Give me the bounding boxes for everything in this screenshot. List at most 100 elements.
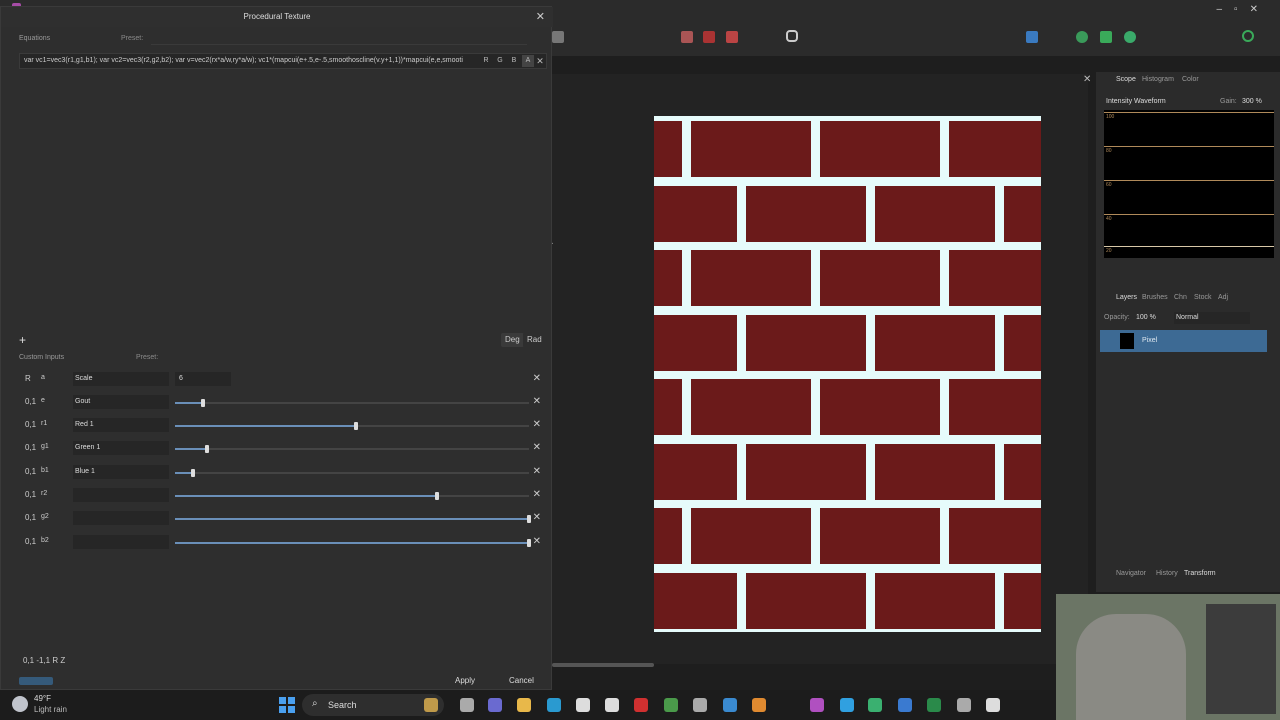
input-name-field[interactable] bbox=[73, 488, 169, 502]
input-slider[interactable] bbox=[175, 422, 529, 430]
input-type-label[interactable]: R bbox=[25, 374, 31, 383]
affinity-publisher-icon[interactable] bbox=[868, 698, 882, 712]
input-type-label[interactable]: 0,1 bbox=[25, 397, 36, 406]
tab-navigator[interactable]: Navigator bbox=[1116, 570, 1146, 577]
preset-select[interactable] bbox=[151, 33, 527, 45]
blend-mode-select[interactable]: Normal bbox=[1174, 312, 1250, 324]
equations-area[interactable] bbox=[19, 71, 547, 327]
input-slider[interactable] bbox=[175, 399, 529, 407]
affinity-photo-icon[interactable] bbox=[810, 698, 824, 712]
delete-input-icon[interactable]: ✕ bbox=[533, 512, 541, 523]
input-slider[interactable] bbox=[175, 492, 529, 500]
delete-input-icon[interactable]: ✕ bbox=[533, 419, 541, 430]
slider-handle[interactable] bbox=[353, 422, 358, 430]
window-controls[interactable]: –▫✕ bbox=[1217, 4, 1271, 15]
tab-scope[interactable]: Scope bbox=[1116, 76, 1136, 83]
channel-b-button[interactable]: B bbox=[508, 55, 520, 67]
tab-stock[interactable]: Stock bbox=[1194, 294, 1212, 301]
affinity-designer-icon[interactable] bbox=[840, 698, 854, 712]
toolbar-mask-icon[interactable] bbox=[703, 31, 715, 43]
equation-delete-icon[interactable]: ✕ bbox=[534, 55, 546, 67]
tab-adjustments[interactable]: Adj bbox=[1218, 294, 1228, 301]
input-slider[interactable] bbox=[175, 539, 531, 547]
teams-icon[interactable] bbox=[488, 698, 502, 712]
toolbar-persona-icon[interactable] bbox=[1076, 31, 1088, 43]
opera-icon[interactable] bbox=[634, 698, 648, 712]
opacity-value[interactable]: 100 % bbox=[1136, 314, 1156, 321]
input-name-field[interactable]: Red 1 bbox=[73, 418, 169, 432]
horizontal-scrollbar[interactable] bbox=[552, 663, 654, 667]
slider-handle[interactable] bbox=[190, 469, 195, 477]
input-type-label[interactable]: 0,1 bbox=[25, 420, 36, 429]
tab-channels[interactable]: Chn bbox=[1174, 294, 1187, 301]
scale-number-input[interactable]: 6 bbox=[175, 372, 231, 386]
slider-handle[interactable] bbox=[201, 399, 206, 407]
obs-icon[interactable] bbox=[986, 698, 1000, 712]
excel-icon[interactable] bbox=[927, 698, 941, 712]
tab-brushes[interactable]: Brushes bbox=[1142, 294, 1168, 301]
input-name-field[interactable]: Green 1 bbox=[73, 441, 169, 455]
input-slider[interactable] bbox=[175, 445, 529, 453]
channel-a-button[interactable]: A bbox=[522, 55, 534, 67]
weather-condition[interactable]: Light rain bbox=[34, 705, 67, 714]
input-type-label[interactable]: 0,1 bbox=[25, 513, 36, 522]
input-name-field[interactable]: Scale bbox=[73, 372, 169, 386]
apply-button[interactable]: Apply bbox=[455, 676, 475, 685]
toolbar-assistant-icon[interactable] bbox=[786, 30, 798, 42]
tab-histogram[interactable]: Histogram bbox=[1142, 76, 1174, 83]
delete-input-icon[interactable]: ✕ bbox=[533, 466, 541, 477]
weather-temperature[interactable]: 49°F bbox=[34, 694, 51, 703]
channel-r-button[interactable]: R bbox=[480, 55, 492, 67]
task-view-icon[interactable] bbox=[460, 698, 474, 712]
channel-g-button[interactable]: G bbox=[494, 55, 506, 67]
dialog-close-icon[interactable]: ✕ bbox=[536, 10, 545, 23]
input-name-field[interactable] bbox=[73, 511, 169, 525]
input-name-field[interactable]: Blue 1 bbox=[73, 465, 169, 479]
alien-app-icon[interactable] bbox=[605, 698, 619, 712]
delete-input-icon[interactable]: ✕ bbox=[533, 489, 541, 500]
steam-icon[interactable] bbox=[957, 698, 971, 712]
toolbar-export-icon[interactable] bbox=[1100, 31, 1112, 43]
delete-input-icon[interactable]: ✕ bbox=[533, 396, 541, 407]
toolbar-lasso-icon[interactable] bbox=[726, 31, 738, 43]
input-type-label[interactable]: 0,1 bbox=[25, 490, 36, 499]
slider-handle[interactable] bbox=[527, 539, 531, 547]
tab-transform[interactable]: Transform bbox=[1184, 570, 1216, 577]
input-type-label[interactable]: 0,1 bbox=[25, 467, 36, 476]
widgets-icon[interactable] bbox=[424, 698, 438, 712]
taskbar-search[interactable]: ⌕ Search bbox=[302, 694, 444, 716]
equation-input[interactable]: var vc1=vec3(r1,g1,b1); var vc2=vec3(r2,… bbox=[19, 53, 547, 69]
weather-icon[interactable] bbox=[12, 696, 28, 712]
deg-button[interactable]: Deg bbox=[501, 333, 524, 347]
tab-history[interactable]: History bbox=[1156, 570, 1178, 577]
sublime-icon[interactable] bbox=[752, 698, 766, 712]
scope-mode-select[interactable]: Intensity Waveform bbox=[1106, 98, 1166, 105]
footer-toggle-icons[interactable] bbox=[19, 677, 53, 685]
store-icon[interactable] bbox=[576, 698, 590, 712]
cancel-button[interactable]: Cancel bbox=[509, 676, 534, 685]
input-type-label[interactable]: 0,1 bbox=[25, 537, 36, 546]
tab-color[interactable]: Color bbox=[1182, 76, 1199, 83]
delete-input-icon[interactable]: ✕ bbox=[533, 373, 541, 384]
user-account-icon[interactable] bbox=[1242, 30, 1254, 42]
add-equation-button[interactable]: + bbox=[19, 333, 26, 347]
input-name-field[interactable]: Gout bbox=[73, 395, 169, 409]
app-blue-icon[interactable] bbox=[898, 698, 912, 712]
input-name-field[interactable] bbox=[73, 535, 169, 549]
layer-row[interactable]: Pixel bbox=[1100, 330, 1267, 352]
layer-name[interactable]: Pixel bbox=[1142, 337, 1157, 344]
tab-layers[interactable]: Layers bbox=[1116, 294, 1137, 301]
toolbar-tool-icon[interactable] bbox=[552, 31, 564, 43]
chrome-icon[interactable] bbox=[664, 698, 678, 712]
start-button[interactable] bbox=[279, 697, 295, 713]
rad-button[interactable]: Rad bbox=[523, 333, 546, 347]
bing-icon[interactable] bbox=[723, 698, 737, 712]
toolbar-share-icon[interactable] bbox=[1124, 31, 1136, 43]
input-type-label[interactable]: 0,1 bbox=[25, 443, 36, 452]
toolbar-align-icon[interactable] bbox=[1026, 31, 1038, 43]
toolbar-crop-icon[interactable] bbox=[681, 31, 693, 43]
input-slider[interactable] bbox=[175, 469, 529, 477]
document-close-icon[interactable]: ✕ bbox=[1083, 74, 1091, 85]
input-type-buttons[interactable]: 0,1 -1,1 R Z bbox=[23, 656, 65, 665]
tool-app-icon[interactable] bbox=[693, 698, 707, 712]
